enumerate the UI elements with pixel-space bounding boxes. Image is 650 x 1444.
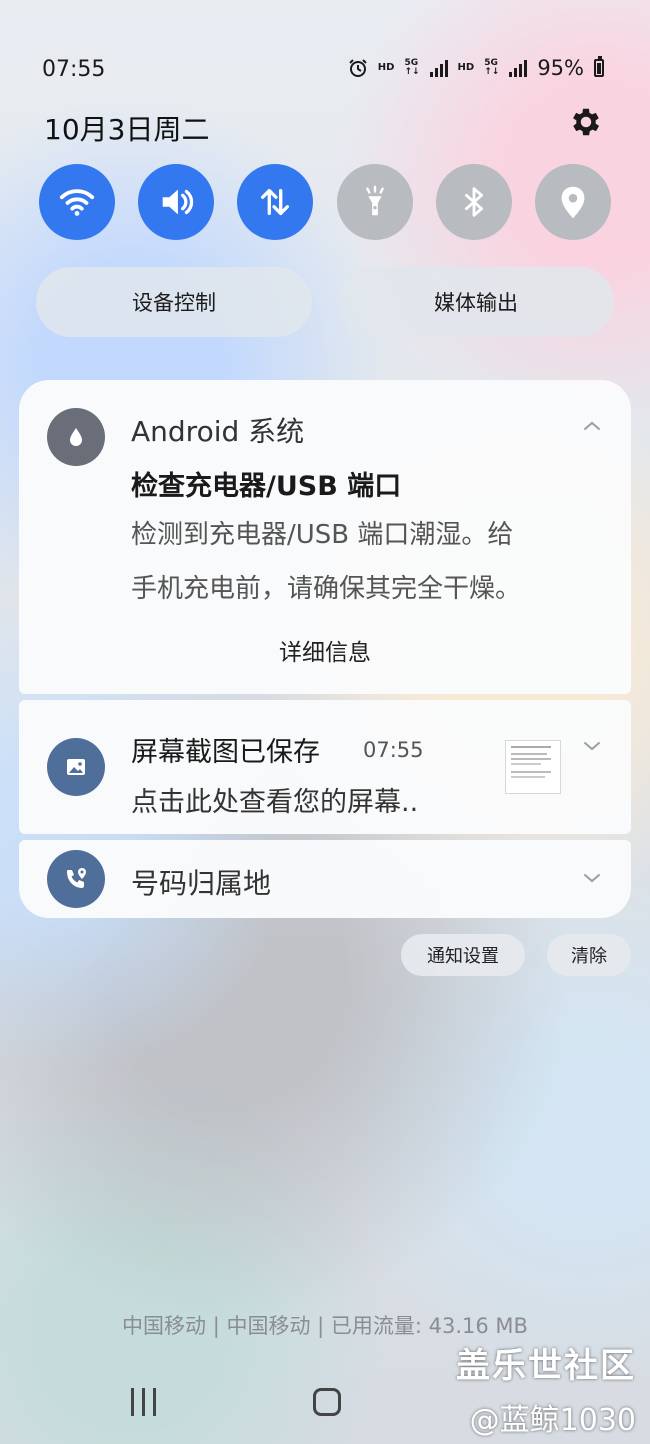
- alarm-icon: [349, 59, 367, 77]
- signal-icon-2: [509, 59, 528, 77]
- battery-percent: 95%: [537, 56, 584, 80]
- notification-app-name: Android 系统: [131, 415, 305, 448]
- hd-label: HD: [377, 62, 395, 73]
- wifi-icon: [59, 189, 95, 216]
- mobile-data-icon: [261, 188, 290, 216]
- hd-label-2: HD: [457, 62, 475, 73]
- quick-toggles: [39, 164, 611, 240]
- mobile-data-toggle[interactable]: [237, 164, 314, 240]
- sound-icon: [162, 189, 194, 215]
- clear-button[interactable]: 清除: [547, 934, 631, 976]
- location-toggle[interactable]: [534, 164, 611, 240]
- notification-time: 07:55: [363, 738, 424, 762]
- recent-apps-button[interactable]: [131, 1388, 156, 1416]
- home-button[interactable]: [313, 1388, 341, 1416]
- details-button[interactable]: 详细信息: [19, 633, 631, 667]
- screenshot-thumbnail[interactable]: [505, 740, 561, 794]
- notification-card-caller-location[interactable]: 号码归属地: [19, 840, 631, 918]
- notification-body: 点击此处查看您的屏幕..: [131, 787, 419, 818]
- watermark-line2: @蓝鲸1030: [469, 1403, 636, 1438]
- device-control-button[interactable]: 设备控制: [36, 267, 312, 337]
- status-time: 07:55: [42, 57, 106, 82]
- battery-icon: [594, 56, 604, 77]
- notification-title: 号码归属地: [131, 867, 272, 900]
- notification-card-system[interactable]: Android 系统 检查充电器/USB 端口 检测到充电器/USB 端口潮湿。…: [19, 380, 631, 694]
- notification-card-screenshot[interactable]: 屏幕截图已保存 07:55 点击此处查看您的屏幕..: [19, 700, 631, 834]
- image-icon: [47, 738, 105, 796]
- chevron-down-icon[interactable]: [582, 868, 602, 888]
- notification-body-line1: 检测到充电器/USB 端口潮湿。给: [131, 520, 514, 550]
- chevron-down-icon[interactable]: [582, 736, 602, 756]
- phone-location-icon: [47, 850, 105, 908]
- signal-icon: [429, 59, 448, 77]
- notification-title: 检查充电器/USB 端口: [131, 471, 402, 502]
- water-drop-icon: [47, 408, 105, 466]
- sound-toggle[interactable]: [138, 164, 215, 240]
- date-label: 10月3日周二: [44, 113, 210, 146]
- network-type: 5G ↑↓: [404, 58, 420, 77]
- flashlight-icon: [365, 185, 384, 216]
- wifi-toggle[interactable]: [39, 164, 115, 240]
- chevron-up-icon[interactable]: [582, 416, 602, 436]
- bluetooth-toggle[interactable]: [435, 164, 512, 240]
- status-icons: HD 5G ↑↓ HD 5G ↑↓ 95%: [348, 56, 604, 80]
- media-output-button[interactable]: 媒体输出: [338, 267, 614, 337]
- notification-body-line2: 手机充电前，请确保其完全干燥。: [131, 574, 522, 604]
- gear-icon[interactable]: [568, 104, 604, 140]
- watermark-line1: 盖乐世社区: [456, 1346, 636, 1386]
- network-type-2: 5G ↑↓: [484, 58, 500, 77]
- carrier-info: 中国移动 | 中国移动 | 已用流量: 43.16 MB: [122, 1314, 528, 1338]
- location-icon: [561, 186, 585, 219]
- bluetooth-icon: [464, 187, 483, 217]
- notification-title: 屏幕截图已保存: [131, 737, 320, 768]
- notification-settings-button[interactable]: 通知设置: [401, 934, 525, 976]
- watermark: 盖乐世社区 @蓝鲸1030: [456, 1338, 636, 1439]
- flashlight-toggle[interactable]: [336, 164, 413, 240]
